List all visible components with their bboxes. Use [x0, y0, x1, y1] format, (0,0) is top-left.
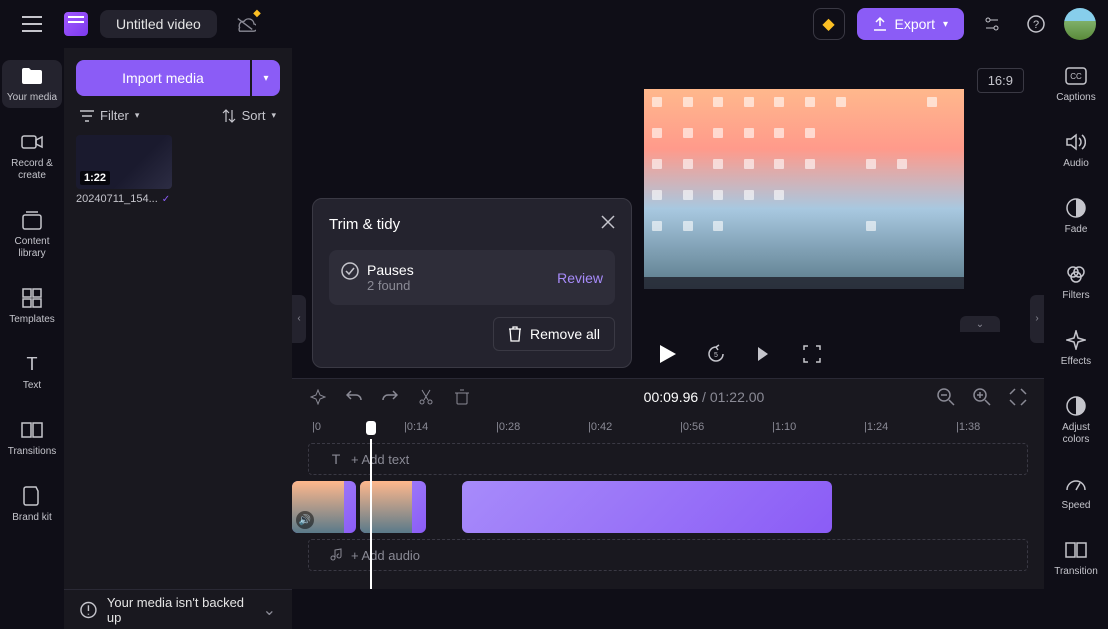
- forward-button[interactable]: 5: [704, 342, 728, 366]
- nav-filters[interactable]: Filters: [1046, 258, 1106, 306]
- nav-brand-kit[interactable]: Brand kit: [2, 480, 62, 528]
- video-clip[interactable]: 🔊: [292, 481, 356, 533]
- settings-icon[interactable]: [976, 8, 1008, 40]
- export-button[interactable]: Export ▾: [857, 8, 965, 40]
- nav-transitions[interactable]: Transitions: [2, 414, 62, 462]
- delete-clip-button[interactable]: [452, 387, 472, 407]
- trim-title: Trim & tidy: [329, 216, 400, 233]
- timeline-ruler[interactable]: |0 |0:14 |0:28 |0:42 |0:56 |1:10 |1:24 |…: [292, 415, 1044, 439]
- footer-expand[interactable]: ⌄: [263, 600, 276, 620]
- close-button[interactable]: [601, 215, 615, 234]
- import-dropdown[interactable]: ▾: [252, 60, 280, 96]
- user-avatar[interactable]: [1064, 8, 1096, 40]
- redo-button[interactable]: [380, 387, 400, 407]
- svg-text:5: 5: [714, 352, 718, 359]
- nav-text[interactable]: T Text: [2, 348, 62, 396]
- review-button[interactable]: Review: [557, 270, 603, 286]
- expand-preview[interactable]: ⌄: [960, 316, 1000, 332]
- aspect-ratio-button[interactable]: 16:9: [977, 68, 1024, 93]
- nav-adjust-colors[interactable]: Adjust colors: [1046, 390, 1106, 450]
- video-clip[interactable]: [462, 481, 832, 533]
- nav-templates[interactable]: Templates: [2, 282, 62, 330]
- video-preview[interactable]: [644, 89, 964, 289]
- skip-forward-button[interactable]: [752, 342, 776, 366]
- nav-content-library[interactable]: Content library: [2, 204, 62, 264]
- export-label: Export: [895, 16, 935, 32]
- auto-button[interactable]: [308, 387, 328, 407]
- sync-status-icon[interactable]: ◆: [233, 12, 257, 36]
- media-filename: 20240711_154...: [76, 193, 158, 205]
- svg-text:T: T: [27, 354, 38, 374]
- fullscreen-button[interactable]: [800, 342, 824, 366]
- nav-record[interactable]: Record & create: [2, 126, 62, 186]
- text-icon: T: [329, 452, 343, 466]
- text-icon: T: [20, 352, 44, 376]
- grid-icon: [20, 286, 44, 310]
- nav-transition[interactable]: Transition: [1046, 534, 1106, 582]
- camera-icon: [20, 130, 44, 154]
- folder-icon: [20, 64, 44, 88]
- transitions-icon: [20, 418, 44, 442]
- filters-icon: [1064, 262, 1088, 286]
- nav-your-media[interactable]: Your media: [2, 60, 62, 108]
- check-icon: ✓: [162, 194, 170, 205]
- sort-button[interactable]: Sort ▾: [222, 108, 276, 123]
- zoom-out-button[interactable]: [936, 387, 956, 407]
- media-item[interactable]: 1:22 20240711_154... ✓: [76, 135, 172, 205]
- pauses-item[interactable]: Pauses 2 found Review: [329, 250, 615, 305]
- music-icon: [329, 548, 343, 562]
- transition-icon: [1064, 538, 1088, 562]
- undo-button[interactable]: [344, 387, 364, 407]
- remove-all-button[interactable]: Remove all: [493, 317, 615, 351]
- nav-speed[interactable]: Speed: [1046, 468, 1106, 516]
- gauge-icon: [1064, 472, 1088, 496]
- audio-icon: 🔊: [296, 511, 314, 529]
- project-title[interactable]: Untitled video: [100, 10, 217, 38]
- svg-text:T: T: [332, 452, 341, 466]
- play-button[interactable]: [656, 342, 680, 366]
- premium-badge[interactable]: ◆: [813, 8, 845, 40]
- contrast-icon: [1064, 394, 1088, 418]
- audio-track[interactable]: + Add audio: [308, 539, 1028, 571]
- backup-warning: Your media isn't backed up: [107, 595, 253, 625]
- media-duration: 1:22: [80, 171, 110, 185]
- zoom-fit-button[interactable]: [1008, 387, 1028, 407]
- nav-audio[interactable]: Audio: [1046, 126, 1106, 174]
- help-icon[interactable]: ?: [1020, 8, 1052, 40]
- filter-icon: [80, 110, 94, 122]
- speaker-icon: [1064, 130, 1088, 154]
- filter-button[interactable]: Filter ▾: [80, 108, 139, 123]
- zoom-in-button[interactable]: [972, 387, 992, 407]
- sparkle-icon: [1064, 328, 1088, 352]
- pauses-count: 2 found: [367, 278, 414, 293]
- captions-icon: CC: [1064, 64, 1088, 88]
- menu-button[interactable]: [12, 4, 52, 44]
- nav-fade[interactable]: Fade: [1046, 192, 1106, 240]
- import-media-button[interactable]: Import media: [76, 60, 250, 96]
- brand-icon: [20, 484, 44, 508]
- time-display: 00:09.96 / 01:22.00: [488, 389, 920, 405]
- playhead[interactable]: [370, 439, 372, 589]
- pauses-label: Pauses: [367, 262, 414, 278]
- app-logo: [64, 12, 88, 36]
- split-button[interactable]: [416, 387, 436, 407]
- sort-icon: [222, 109, 236, 123]
- check-circle-icon: [341, 262, 359, 280]
- video-track[interactable]: 🔊: [308, 481, 1028, 533]
- trash-icon: [508, 326, 522, 342]
- nav-effects[interactable]: Effects: [1046, 324, 1106, 372]
- fade-icon: [1064, 196, 1088, 220]
- warning-icon: [80, 601, 97, 619]
- nav-captions[interactable]: CC Captions: [1046, 60, 1106, 108]
- svg-text:?: ?: [1033, 19, 1039, 31]
- trim-tidy-popup: Trim & tidy Pauses 2 found Review: [312, 198, 632, 368]
- text-track[interactable]: T + Add text: [308, 443, 1028, 475]
- library-icon: [20, 208, 44, 232]
- svg-text:CC: CC: [1070, 72, 1082, 81]
